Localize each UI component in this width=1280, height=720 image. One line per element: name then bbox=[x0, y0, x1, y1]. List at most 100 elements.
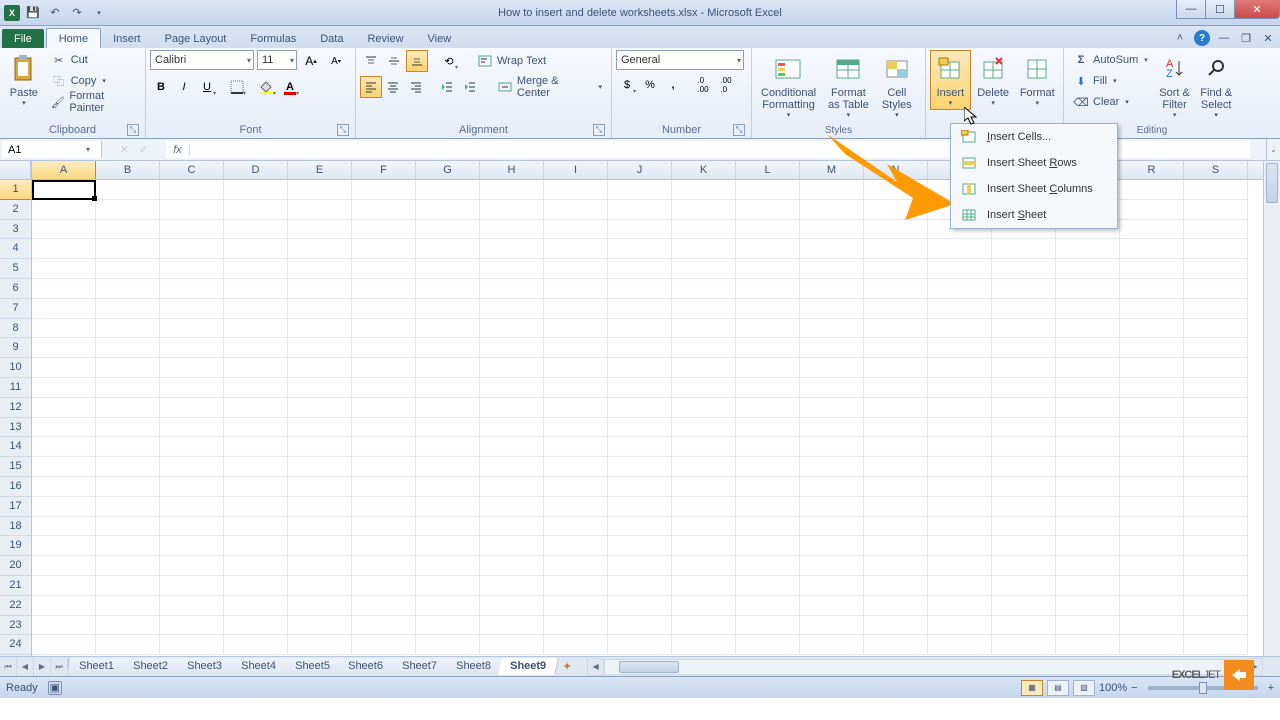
cell[interactable] bbox=[352, 418, 416, 438]
cell[interactable] bbox=[672, 319, 736, 339]
cell[interactable] bbox=[480, 596, 544, 616]
cell[interactable] bbox=[32, 358, 96, 378]
cell[interactable] bbox=[1120, 220, 1184, 240]
cell[interactable] bbox=[96, 596, 160, 616]
cell[interactable] bbox=[800, 517, 864, 537]
redo-icon[interactable]: ↷ bbox=[68, 4, 86, 22]
cell[interactable] bbox=[416, 279, 480, 299]
cell[interactable] bbox=[224, 635, 288, 655]
cell[interactable] bbox=[672, 616, 736, 636]
close-button[interactable]: ✕ bbox=[1234, 0, 1280, 19]
cell[interactable] bbox=[864, 398, 928, 418]
cell[interactable] bbox=[608, 437, 672, 457]
column-header[interactable]: G bbox=[416, 161, 480, 179]
cell[interactable] bbox=[160, 180, 224, 200]
cell[interactable] bbox=[864, 358, 928, 378]
cell[interactable] bbox=[608, 497, 672, 517]
cell[interactable] bbox=[1056, 616, 1120, 636]
cell[interactable] bbox=[288, 457, 352, 477]
cell[interactable] bbox=[672, 477, 736, 497]
column-header[interactable]: B bbox=[96, 161, 160, 179]
excel-icon[interactable]: X bbox=[4, 5, 20, 21]
sheet-tab[interactable]: Sheet6 bbox=[337, 658, 396, 675]
cell[interactable] bbox=[32, 239, 96, 259]
cell[interactable] bbox=[992, 259, 1056, 279]
cell[interactable] bbox=[544, 635, 608, 655]
cell[interactable] bbox=[224, 358, 288, 378]
cell[interactable] bbox=[480, 299, 544, 319]
cell[interactable] bbox=[1184, 576, 1248, 596]
cell[interactable] bbox=[96, 437, 160, 457]
cell[interactable] bbox=[32, 398, 96, 418]
cell[interactable] bbox=[672, 418, 736, 438]
cell[interactable] bbox=[96, 635, 160, 655]
cell[interactable] bbox=[736, 338, 800, 358]
row-header[interactable]: 23 bbox=[0, 616, 31, 636]
cell[interactable] bbox=[672, 378, 736, 398]
cell[interactable] bbox=[1184, 556, 1248, 576]
cell[interactable] bbox=[416, 635, 480, 655]
cell[interactable] bbox=[1120, 635, 1184, 655]
cell[interactable] bbox=[544, 517, 608, 537]
increase-decimal-icon[interactable]: .0.00 bbox=[692, 74, 714, 96]
cell[interactable] bbox=[544, 338, 608, 358]
cell[interactable] bbox=[800, 497, 864, 517]
cell[interactable] bbox=[96, 477, 160, 497]
number-launcher-icon[interactable]: ⤡ bbox=[733, 124, 745, 136]
cell[interactable] bbox=[352, 616, 416, 636]
cell[interactable] bbox=[608, 239, 672, 259]
cell[interactable] bbox=[608, 279, 672, 299]
cell[interactable] bbox=[96, 319, 160, 339]
sheet-tab[interactable]: Sheet9 bbox=[498, 658, 559, 675]
menu-insert-cells[interactable]: Insert Cells... bbox=[951, 124, 1117, 150]
cell[interactable] bbox=[1120, 259, 1184, 279]
cell[interactable] bbox=[224, 536, 288, 556]
cell[interactable] bbox=[864, 457, 928, 477]
column-header[interactable]: R bbox=[1120, 161, 1184, 179]
cell[interactable] bbox=[1184, 220, 1248, 240]
cell[interactable] bbox=[608, 616, 672, 636]
cell[interactable] bbox=[32, 477, 96, 497]
cell[interactable] bbox=[224, 338, 288, 358]
cell[interactable] bbox=[608, 299, 672, 319]
merge-center-button[interactable]: Merge & Center▾ bbox=[492, 76, 607, 98]
cell[interactable] bbox=[736, 635, 800, 655]
cell[interactable] bbox=[352, 517, 416, 537]
column-header[interactable]: I bbox=[544, 161, 608, 179]
column-header[interactable]: H bbox=[480, 161, 544, 179]
cell[interactable] bbox=[288, 279, 352, 299]
cell[interactable] bbox=[608, 457, 672, 477]
cell[interactable] bbox=[864, 497, 928, 517]
tab-formulas[interactable]: Formulas bbox=[238, 29, 308, 48]
cell[interactable] bbox=[288, 398, 352, 418]
cell[interactable] bbox=[1056, 596, 1120, 616]
cell[interactable] bbox=[736, 299, 800, 319]
cell[interactable] bbox=[224, 220, 288, 240]
cell[interactable] bbox=[1056, 497, 1120, 517]
cell[interactable] bbox=[224, 437, 288, 457]
cell[interactable] bbox=[1184, 259, 1248, 279]
cell[interactable] bbox=[544, 220, 608, 240]
cell[interactable] bbox=[1120, 457, 1184, 477]
cell[interactable] bbox=[672, 497, 736, 517]
cell[interactable] bbox=[608, 536, 672, 556]
sheet-tab[interactable]: Sheet4 bbox=[229, 658, 288, 675]
name-box-dropdown-icon[interactable]: ▾ bbox=[80, 145, 96, 154]
tab-home[interactable]: Home bbox=[46, 28, 101, 48]
cell[interactable] bbox=[800, 239, 864, 259]
cell[interactable] bbox=[352, 457, 416, 477]
cell[interactable] bbox=[160, 259, 224, 279]
cell[interactable] bbox=[480, 398, 544, 418]
cell[interactable] bbox=[608, 319, 672, 339]
page-layout-view-button[interactable]: ▤ bbox=[1047, 680, 1069, 696]
cell[interactable] bbox=[1120, 437, 1184, 457]
cell[interactable] bbox=[288, 259, 352, 279]
cell[interactable] bbox=[288, 497, 352, 517]
find-select-button[interactable]: Find & Select▾ bbox=[1196, 50, 1236, 122]
cell[interactable] bbox=[288, 418, 352, 438]
row-header[interactable]: 17 bbox=[0, 497, 31, 517]
cell[interactable] bbox=[160, 299, 224, 319]
zoom-in-button[interactable]: + bbox=[1268, 682, 1274, 694]
cell[interactable] bbox=[416, 616, 480, 636]
cell[interactable] bbox=[480, 220, 544, 240]
